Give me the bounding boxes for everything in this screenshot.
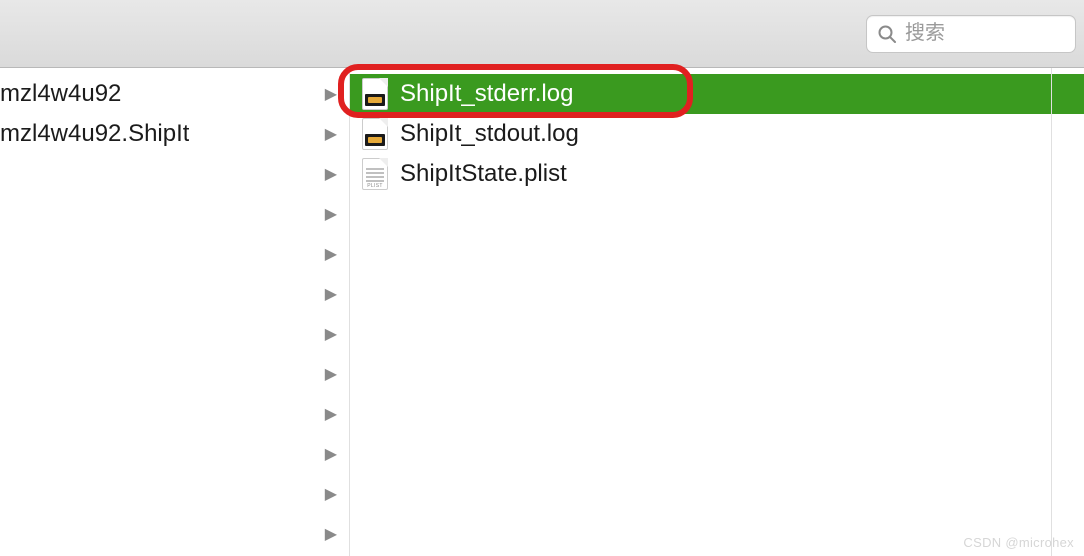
chevron-right-icon: ▶ bbox=[325, 484, 337, 504]
log-file-icon bbox=[362, 78, 388, 110]
file-item[interactable]: ShipIt_stderr.log bbox=[350, 74, 1084, 114]
watermark: CSDN @microhex bbox=[963, 535, 1074, 550]
log-file-icon bbox=[362, 118, 388, 150]
file-name: ShipIt_stdout.log bbox=[400, 120, 579, 148]
finder-columns: mzl4w4u92 ▶ mzl4w4u92.ShipIt ▶ ▶▶▶▶▶▶▶▶▶… bbox=[0, 68, 1084, 556]
folder-item-empty[interactable]: ▶ bbox=[0, 474, 349, 514]
chevron-right-icon: ▶ bbox=[325, 524, 337, 544]
search-icon bbox=[877, 24, 897, 44]
file-list: ShipIt_stderr.log ShipIt_stdout.log PLIST S… bbox=[350, 74, 1084, 194]
chevron-right-icon: ▶ bbox=[325, 204, 337, 224]
file-name: ShipItState.plist bbox=[400, 160, 567, 188]
folder-item-empty[interactable]: ▶ bbox=[0, 514, 349, 554]
chevron-right-icon: ▶ bbox=[325, 84, 337, 104]
folder-label: mzl4w4u92 bbox=[0, 80, 121, 108]
column-right: ShipIt_stderr.log ShipIt_stdout.log PLIST S… bbox=[350, 68, 1084, 556]
chevron-right-icon: ▶ bbox=[325, 364, 337, 384]
folder-item-empty[interactable]: ▶ bbox=[0, 354, 349, 394]
chevron-right-icon: ▶ bbox=[325, 324, 337, 344]
empty-rows: ▶ ▶ ▶ ▶ ▶ ▶ ▶ ▶ ▶ ▶ bbox=[0, 154, 349, 554]
file-item[interactable]: PLIST ShipItState.plist bbox=[350, 154, 1084, 194]
folder-item-empty[interactable]: ▶ bbox=[0, 394, 349, 434]
folder-item[interactable]: mzl4w4u92 ▶ bbox=[0, 74, 349, 114]
chevron-right-icon: ▶ bbox=[325, 404, 337, 424]
folder-item-empty[interactable]: ▶ bbox=[0, 154, 349, 194]
folder-label: mzl4w4u92.ShipIt bbox=[0, 120, 189, 148]
folder-item-empty[interactable]: ▶ bbox=[0, 234, 349, 274]
folder-item-empty[interactable]: ▶ bbox=[0, 314, 349, 354]
chevron-right-icon: ▶ bbox=[325, 124, 337, 144]
plist-file-icon: PLIST bbox=[362, 158, 388, 190]
chevron-right-icon: ▶ bbox=[325, 284, 337, 304]
search-field[interactable] bbox=[866, 15, 1076, 53]
search-input[interactable] bbox=[905, 22, 1065, 45]
chevron-right-icon: ▶ bbox=[325, 444, 337, 464]
toolbar bbox=[0, 0, 1084, 68]
folder-item-empty[interactable]: ▶ bbox=[0, 194, 349, 234]
file-item[interactable]: ShipIt_stdout.log bbox=[350, 114, 1084, 154]
column-left: mzl4w4u92 ▶ mzl4w4u92.ShipIt ▶ ▶▶▶▶▶▶▶▶▶… bbox=[0, 68, 350, 556]
file-name: ShipIt_stderr.log bbox=[400, 80, 573, 108]
column-divider bbox=[1051, 68, 1052, 556]
folder-item[interactable]: mzl4w4u92.ShipIt ▶ bbox=[0, 114, 349, 154]
chevron-right-icon: ▶ bbox=[325, 164, 337, 184]
folder-item-empty[interactable]: ▶ bbox=[0, 274, 349, 314]
folder-item-empty[interactable]: ▶ bbox=[0, 434, 349, 474]
chevron-right-icon: ▶ bbox=[325, 244, 337, 264]
